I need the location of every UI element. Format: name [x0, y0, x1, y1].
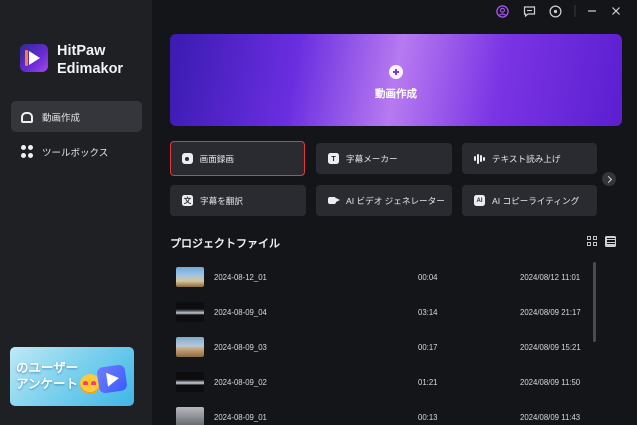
- project-row[interactable]: 2024-08-09_02 01:21 2024/08/09 11:50: [170, 369, 590, 401]
- survey-line-2: アンケート: [16, 377, 79, 391]
- project-row[interactable]: 2024-08-12_01 00:04 2024/08/12 11:01: [170, 264, 590, 296]
- settings-icon[interactable]: [548, 4, 562, 18]
- tool-label: 画面録画: [199, 153, 234, 164]
- sidebar-item-label: ツールボックス: [42, 147, 109, 159]
- ai-copywriting-button[interactable]: AI AI コピーライティング: [462, 185, 597, 216]
- divider: [568, 4, 582, 18]
- app-logo-icon: [20, 44, 48, 72]
- project-modified: 2024/08/09 21:17: [520, 308, 581, 317]
- grid-view-icon[interactable]: [587, 236, 598, 247]
- project-thumbnail: [176, 267, 204, 287]
- project-thumbnail: [176, 337, 204, 357]
- brand-line-1: HitPaw: [57, 43, 106, 59]
- translate-subtitles-button[interactable]: 文 字幕を翻訳: [170, 185, 306, 216]
- project-thumbnail: [176, 302, 204, 322]
- project-modified: 2024/08/09 11:50: [520, 378, 581, 387]
- project-list-scrollbar[interactable]: [593, 262, 596, 342]
- tool-label: 字幕を翻訳: [200, 195, 243, 206]
- ai-video-generator-button[interactable]: AI ビデオ ジェネレーター: [316, 185, 452, 216]
- project-modified: 2024/08/12 11:01: [520, 273, 581, 282]
- plus-icon: [389, 65, 403, 79]
- app-brand: HitPaw Edimakor: [57, 42, 123, 78]
- sidebar-item-toolbox[interactable]: ツールボックス: [11, 136, 142, 167]
- feedback-icon[interactable]: [522, 4, 536, 18]
- close-icon[interactable]: [609, 4, 623, 18]
- project-duration: 00:04: [418, 273, 438, 282]
- translate-icon: 文: [182, 195, 193, 206]
- text-to-speech-button[interactable]: テキスト読み上げ: [462, 143, 597, 174]
- create-video-card[interactable]: 動画作成: [170, 34, 622, 126]
- survey-banner[interactable]: のユーザー アンケート: [10, 347, 134, 406]
- next-tools-chevron-icon[interactable]: [602, 172, 616, 186]
- project-row[interactable]: 2024-08-09_03 00:17 2024/08/09 15:21: [170, 334, 590, 366]
- project-files-title: プロジェクトファイル: [170, 238, 280, 250]
- project-name: 2024-08-09_04: [214, 308, 267, 317]
- subtitle-icon: T: [328, 153, 339, 164]
- project-name: 2024-08-12_01: [214, 273, 267, 282]
- create-video-label: 動画作成: [375, 88, 417, 100]
- project-duration: 03:14: [418, 308, 438, 317]
- video-camera-icon: [328, 195, 340, 206]
- tool-label: AI ビデオ ジェネレーター: [346, 195, 445, 206]
- ai-icon: AI: [474, 195, 485, 206]
- account-icon[interactable]: [495, 4, 509, 18]
- sidebar-item-create-video[interactable]: 動画作成: [11, 101, 142, 132]
- project-name: 2024-08-09_02: [214, 378, 267, 387]
- tool-label: AI コピーライティング: [492, 195, 580, 206]
- project-row[interactable]: 2024-08-09_04 03:14 2024/08/09 21:17: [170, 299, 590, 331]
- survey-line-1: のユーザー: [16, 361, 79, 375]
- sidebar-item-label: 動画作成: [42, 112, 81, 124]
- tool-label: 字幕メーカー: [346, 153, 398, 164]
- project-duration: 01:21: [418, 378, 438, 387]
- minimize-icon[interactable]: [585, 4, 599, 18]
- audio-wave-icon: [474, 153, 485, 164]
- home-icon: [21, 110, 35, 124]
- screen-record-icon: [181, 153, 193, 164]
- screen-record-button[interactable]: 画面録画: [170, 141, 305, 176]
- project-name: 2024-08-09_01: [214, 413, 267, 422]
- subtitle-maker-button[interactable]: T 字幕メーカー: [316, 143, 452, 174]
- tool-label: テキスト読み上げ: [492, 153, 561, 164]
- project-modified: 2024/08/09 15:21: [520, 343, 581, 352]
- project-duration: 00:13: [418, 413, 438, 422]
- project-thumbnail: [176, 407, 204, 425]
- project-name: 2024-08-09_03: [214, 343, 267, 352]
- send-icon: [96, 364, 128, 394]
- project-modified: 2024/08/09 11:43: [520, 413, 581, 422]
- survey-banner-text: のユーザー アンケート: [16, 360, 78, 392]
- brand-line-2: Edimakor: [57, 61, 124, 77]
- project-thumbnail: [176, 372, 204, 392]
- sidebar: HitPaw Edimakor 動画作成 ツールボックス のユーザー アンケート: [0, 0, 152, 425]
- list-view-icon[interactable]: [605, 236, 616, 247]
- project-row[interactable]: 2024-08-09_01 00:13 2024/08/09 11:43: [170, 404, 590, 425]
- toolbox-icon: [21, 144, 35, 159]
- project-duration: 00:17: [418, 343, 438, 352]
